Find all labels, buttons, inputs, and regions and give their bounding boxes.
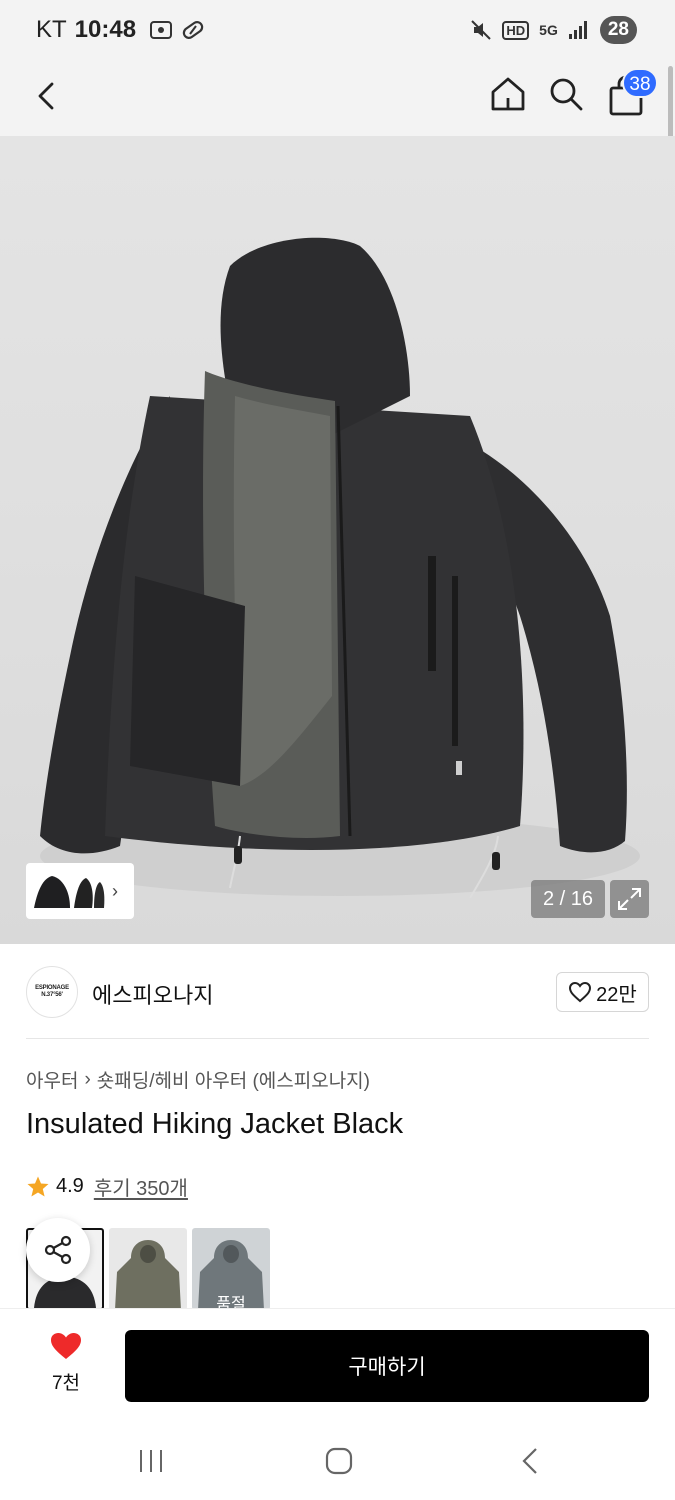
network-icon: 5G <box>539 22 558 38</box>
rating-row: 4.9 후기 350개 <box>26 1172 188 1201</box>
variant-thumbnail-image <box>115 1240 181 1310</box>
top-navigation <box>0 62 675 136</box>
back-arrow-icon[interactable] <box>30 76 66 116</box>
battery-indicator: 28 <box>599 16 637 44</box>
search-icon[interactable] <box>546 74 586 114</box>
brand-name[interactable]: 에스피오나지 <box>92 978 213 1010</box>
heart-filled-icon <box>51 1333 81 1359</box>
brand-logo-text: ESPIONAGE <box>35 985 69 991</box>
back-nav-icon[interactable] <box>516 1446 546 1476</box>
color-variant-grey[interactable]: 품절 <box>192 1228 270 1310</box>
system-navigation-bar <box>0 1420 675 1500</box>
brand-row: ESPIONAGE N.37°56' 에스피오나지 22만 <box>0 944 675 1040</box>
notification-icons <box>148 18 206 42</box>
home-icon[interactable] <box>488 74 528 114</box>
sold-out-label: 품절 <box>216 1296 246 1310</box>
brand-logo-subtext: N.37°56' <box>41 992 63 998</box>
star-icon <box>27 1176 49 1196</box>
color-variant-olive[interactable] <box>109 1228 187 1310</box>
product-title: Insulated Hiking Jacket Black <box>26 1108 404 1140</box>
status-bar-left: KT 10:48 <box>36 16 206 44</box>
expand-button[interactable] <box>610 880 649 918</box>
review-count-link[interactable]: 후기 350개 <box>94 1172 188 1201</box>
buy-button[interactable]: 구매하기 <box>125 1330 649 1402</box>
image-counter: 2 / 16 <box>531 880 605 918</box>
screen-capture-icon <box>150 21 173 39</box>
mute-icon <box>471 20 492 40</box>
jacket-thumbnail-image <box>34 876 105 908</box>
wishlist-button[interactable]: 7천 <box>30 1331 102 1395</box>
carrier-label: KT <box>36 16 67 43</box>
recent-apps-icon[interactable] <box>136 1446 166 1476</box>
status-bar-right: HD 5G 28 <box>470 16 637 44</box>
product-image-gallery[interactable]: › 2 / 16 <box>0 136 675 944</box>
breadcrumb-item[interactable]: 숏패딩/헤비 아우터 (에스피오나지) <box>97 1066 370 1093</box>
divider <box>26 1038 649 1039</box>
hd-icon: HD <box>502 20 530 40</box>
purchase-bar: 7천 구매하기 <box>0 1308 675 1420</box>
pill-icon <box>182 21 204 39</box>
breadcrumb: 아우터 › 숏패딩/헤비 아우터 (에스피오나지) <box>26 1066 370 1093</box>
rating-score: 4.9 <box>56 1175 84 1197</box>
heart-outline-icon <box>569 981 592 1003</box>
signal-icon <box>568 21 587 39</box>
breadcrumb-item[interactable]: 아우터 <box>26 1066 78 1093</box>
status-bar: KT 10:48 HD 5G 28 <box>0 0 675 62</box>
like-count: 22만 <box>596 983 637 1006</box>
breadcrumb-separator-icon: › <box>84 1068 91 1090</box>
share-icon <box>44 1235 72 1265</box>
gallery-thumbnail-strip[interactable]: › <box>26 863 134 919</box>
wishlist-count: 7천 <box>51 1373 81 1394</box>
page-scrollbar[interactable] <box>668 66 673 142</box>
home-nav-icon[interactable] <box>324 1446 354 1476</box>
brand-like-button[interactable]: 22만 <box>556 972 649 1012</box>
brand-logo[interactable]: ESPIONAGE N.37°56' <box>26 966 78 1018</box>
clock: 10:48 <box>74 16 137 43</box>
share-button[interactable] <box>26 1218 90 1282</box>
cart-count-badge: 38 <box>622 68 658 98</box>
jacket-photo <box>40 237 640 899</box>
expand-icon <box>618 888 641 910</box>
chevron-right-icon: › <box>112 880 118 901</box>
